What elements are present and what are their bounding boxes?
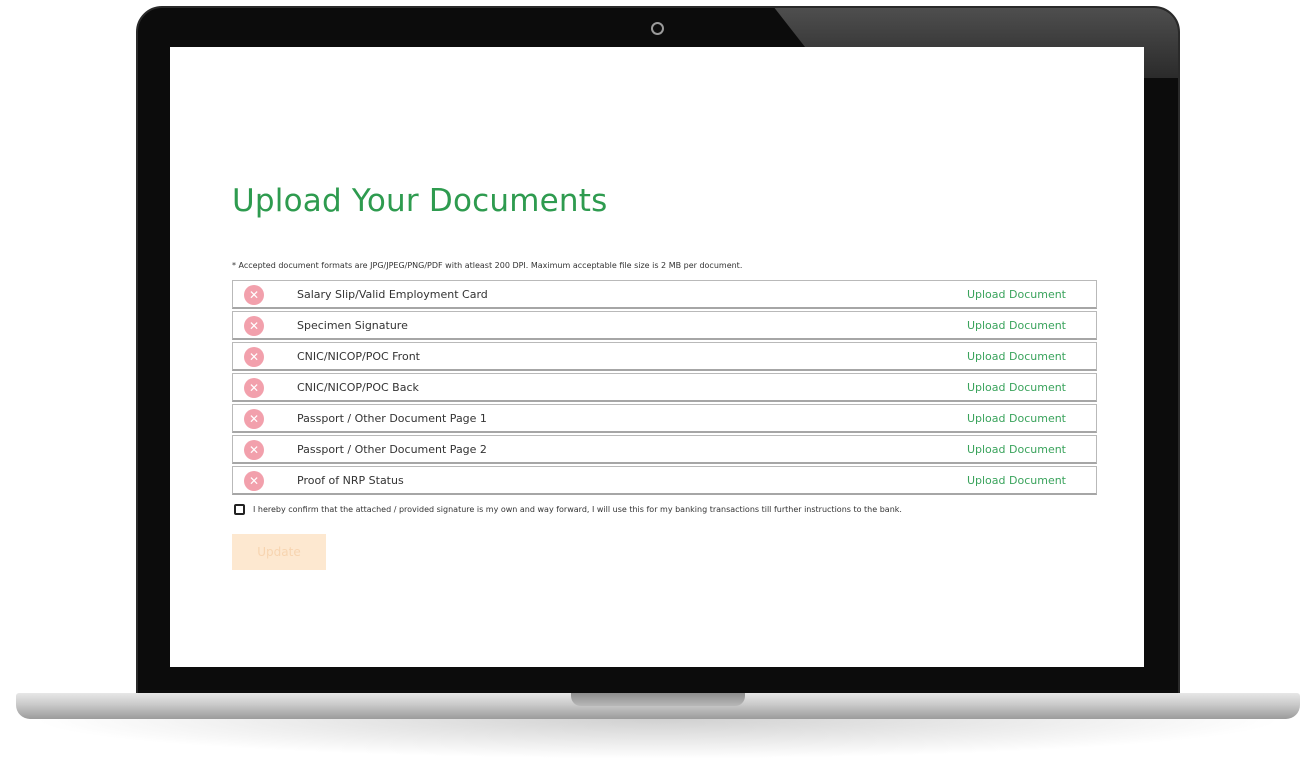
close-icon: ✕ (244, 378, 264, 398)
close-icon: ✕ (244, 471, 264, 491)
document-label: Passport / Other Document Page 2 (297, 443, 487, 456)
page-title: Upload Your Documents (232, 183, 608, 219)
upload-document-link[interactable]: Upload Document (967, 443, 1066, 456)
laptop-shadow (30, 719, 1286, 759)
update-button[interactable]: Update (232, 534, 326, 570)
document-label: Proof of NRP Status (297, 474, 404, 487)
upload-document-link[interactable]: Upload Document (967, 350, 1066, 363)
format-note: * Accepted document formats are JPG/JPEG… (232, 261, 743, 270)
document-label: Passport / Other Document Page 1 (297, 412, 487, 425)
laptop-notch (571, 693, 745, 706)
confirm-checkbox[interactable] (234, 504, 245, 515)
document-row: ✕ Specimen Signature Upload Document (232, 311, 1097, 340)
screen: Upload Your Documents * Accepted documen… (170, 47, 1144, 667)
document-label: CNIC/NICOP/POC Back (297, 381, 419, 394)
webcam-icon (651, 22, 664, 35)
laptop-base (16, 693, 1300, 719)
document-label: Salary Slip/Valid Employment Card (297, 288, 488, 301)
close-icon: ✕ (244, 440, 264, 460)
document-label: CNIC/NICOP/POC Front (297, 350, 420, 363)
document-list: ✕ Salary Slip/Valid Employment Card Uplo… (232, 280, 1097, 497)
laptop-mockup: Upload Your Documents * Accepted documen… (0, 0, 1310, 771)
document-row: ✕ Proof of NRP Status Upload Document (232, 466, 1097, 495)
close-icon: ✕ (244, 409, 264, 429)
upload-document-link[interactable]: Upload Document (967, 288, 1066, 301)
close-icon: ✕ (244, 347, 264, 367)
confirm-text: I hereby confirm that the attached / pro… (253, 505, 902, 514)
document-row: ✕ Salary Slip/Valid Employment Card Uplo… (232, 280, 1097, 309)
document-row: ✕ Passport / Other Document Page 1 Uploa… (232, 404, 1097, 433)
upload-document-link[interactable]: Upload Document (967, 474, 1066, 487)
upload-document-link[interactable]: Upload Document (967, 319, 1066, 332)
close-icon: ✕ (244, 316, 264, 336)
upload-document-link[interactable]: Upload Document (967, 412, 1066, 425)
document-row: ✕ CNIC/NICOP/POC Back Upload Document (232, 373, 1097, 402)
document-row: ✕ Passport / Other Document Page 2 Uploa… (232, 435, 1097, 464)
document-label: Specimen Signature (297, 319, 408, 332)
document-row: ✕ CNIC/NICOP/POC Front Upload Document (232, 342, 1097, 371)
upload-document-link[interactable]: Upload Document (967, 381, 1066, 394)
close-icon: ✕ (244, 285, 264, 305)
confirm-row: I hereby confirm that the attached / pro… (234, 504, 902, 515)
